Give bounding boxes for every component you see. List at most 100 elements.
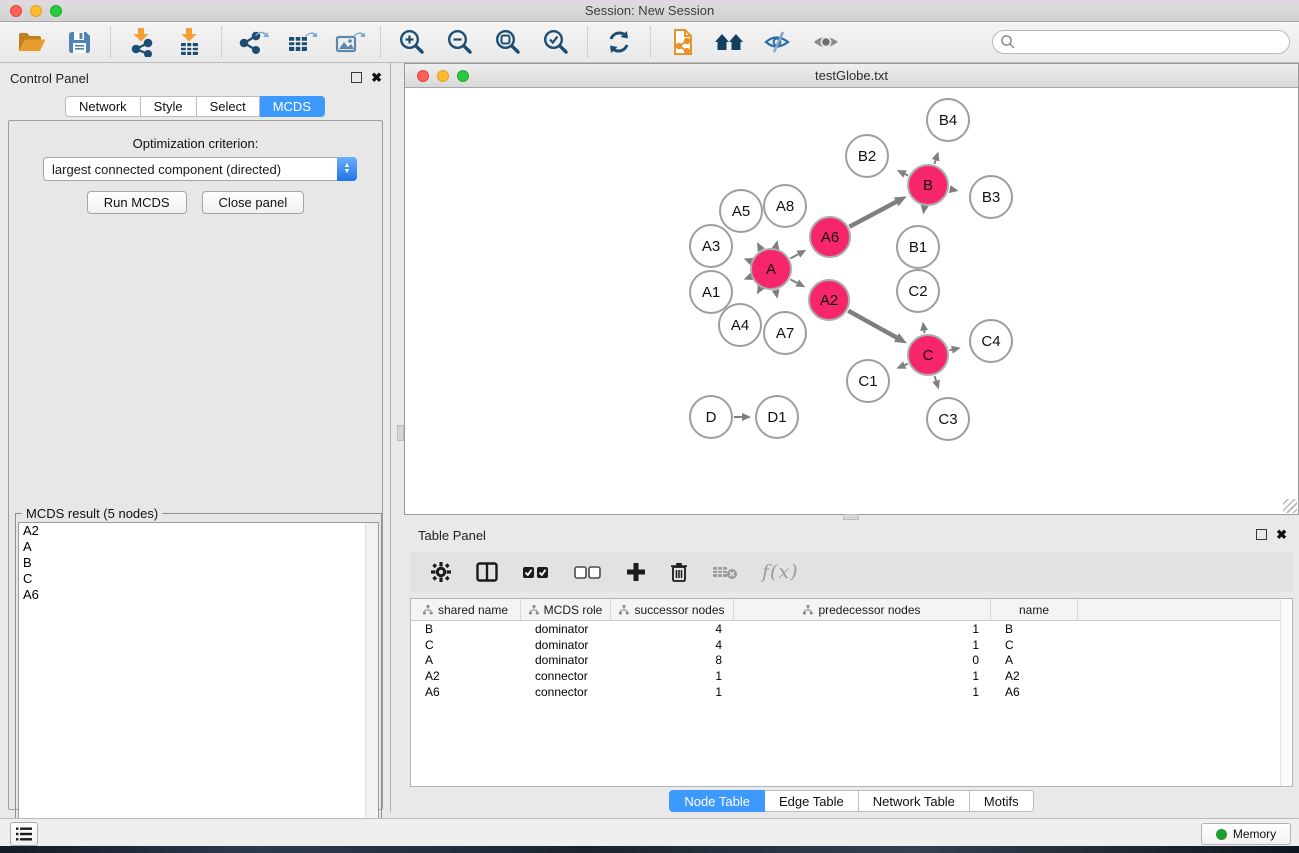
column-header-successor-nodes[interactable]: successor nodes bbox=[611, 599, 734, 620]
cybrowser-icon[interactable] bbox=[713, 26, 747, 58]
tab-motifs[interactable]: Motifs bbox=[970, 790, 1034, 812]
criterion-value: largest connected component (directed) bbox=[44, 162, 337, 177]
table-cell: C bbox=[991, 638, 1078, 652]
zoom-selected-icon[interactable] bbox=[539, 26, 573, 58]
column-type-icon bbox=[423, 605, 433, 615]
delete-icon[interactable] bbox=[670, 562, 688, 583]
zoom-fit-icon[interactable] bbox=[491, 26, 525, 58]
deselect-all-icon[interactable] bbox=[574, 566, 602, 579]
select-stepper-icon: ▲▼ bbox=[337, 157, 357, 181]
float-panel-icon[interactable] bbox=[351, 72, 362, 83]
table-panel-title: Table Panel bbox=[418, 528, 486, 543]
new-network-from-file-icon[interactable] bbox=[665, 26, 699, 58]
run-mcds-button[interactable]: Run MCDS bbox=[87, 191, 187, 214]
search-input[interactable] bbox=[1016, 33, 1289, 51]
list-icon bbox=[15, 826, 33, 842]
table-row[interactable]: Adominator80A bbox=[411, 653, 1292, 669]
split-column-icon[interactable] bbox=[476, 562, 498, 582]
split-divider-handle[interactable] bbox=[397, 425, 404, 441]
tab-network[interactable]: Network bbox=[65, 96, 141, 117]
hide-panel-icon[interactable] bbox=[761, 26, 795, 58]
save-session-icon[interactable] bbox=[62, 26, 96, 58]
result-scrollbar[interactable] bbox=[365, 523, 378, 853]
zoom-out-icon[interactable] bbox=[443, 26, 477, 58]
edge-B-B2[interactable] bbox=[905, 174, 908, 176]
column-header-predecessor-nodes[interactable]: predecessor nodes bbox=[734, 599, 991, 620]
column-header-name[interactable]: name bbox=[991, 599, 1078, 620]
delete-table-icon[interactable] bbox=[712, 564, 738, 580]
table-scrollbar[interactable] bbox=[1280, 599, 1292, 786]
result-item[interactable]: A2 bbox=[19, 523, 378, 539]
column-type-icon bbox=[803, 605, 813, 615]
edge-A-A2[interactable] bbox=[790, 279, 797, 283]
table-cell: 1 bbox=[734, 685, 991, 699]
float-table-panel-icon[interactable] bbox=[1256, 529, 1267, 540]
export-image-icon[interactable] bbox=[332, 26, 366, 58]
column-header-label: shared name bbox=[438, 603, 508, 617]
table-cell: 1 bbox=[734, 622, 991, 636]
result-item[interactable]: C bbox=[19, 571, 378, 587]
open-session-icon[interactable] bbox=[14, 26, 48, 58]
node-table[interactable]: shared name MCDS rolesuccessor nodesprede… bbox=[410, 598, 1293, 787]
edge-A2-C[interactable] bbox=[848, 311, 896, 338]
result-item[interactable]: B bbox=[19, 555, 378, 571]
close-table-panel-icon[interactable]: ✖ bbox=[1276, 529, 1287, 540]
edge-C-C3[interactable] bbox=[935, 376, 937, 381]
table-cell: A2 bbox=[411, 669, 521, 683]
show-panel-icon[interactable] bbox=[809, 26, 843, 58]
memory-status-icon bbox=[1216, 829, 1227, 840]
table-row[interactable]: Bdominator41B bbox=[411, 621, 1292, 637]
task-history-button[interactable] bbox=[10, 822, 38, 846]
column-header-shared-name[interactable]: shared name bbox=[411, 599, 521, 620]
add-icon[interactable] bbox=[626, 562, 646, 582]
edge-A-A6[interactable] bbox=[790, 254, 798, 258]
close-panel-icon[interactable]: ✖ bbox=[371, 72, 382, 83]
select-all-icon[interactable] bbox=[522, 566, 550, 579]
table-row[interactable]: Cdominator41C bbox=[411, 637, 1292, 653]
refresh-layout-icon[interactable] bbox=[602, 26, 636, 58]
memory-button[interactable]: Memory bbox=[1201, 823, 1291, 845]
result-item[interactable]: A bbox=[19, 539, 378, 555]
graph-node-label: C1 bbox=[858, 373, 877, 390]
mcds-result-list[interactable]: A2ABCA6 bbox=[18, 522, 379, 853]
result-item[interactable]: A6 bbox=[19, 587, 378, 603]
tab-edge-table[interactable]: Edge Table bbox=[765, 790, 859, 812]
criterion-select[interactable]: largest connected component (directed) ▲… bbox=[43, 157, 357, 181]
mcds-result-items: A2ABCA6 bbox=[19, 523, 378, 603]
arrowhead-icon bbox=[921, 205, 929, 215]
column-header-label: name bbox=[1019, 603, 1049, 617]
edge-C-C1[interactable] bbox=[905, 364, 908, 365]
table-cell: 8 bbox=[611, 653, 734, 667]
resize-grip-icon[interactable] bbox=[1283, 499, 1297, 513]
import-network-icon[interactable] bbox=[125, 26, 159, 58]
search-box[interactable] bbox=[992, 30, 1290, 54]
edge-A6-B[interactable] bbox=[849, 202, 896, 227]
column-header-MCDS-role[interactable]: MCDS role bbox=[521, 599, 611, 620]
tab-network-table[interactable]: Network Table bbox=[859, 790, 970, 812]
import-table-icon[interactable] bbox=[173, 26, 207, 58]
gear-icon[interactable] bbox=[430, 561, 452, 583]
edge-B-B4[interactable] bbox=[934, 160, 935, 164]
close-panel-button[interactable]: Close panel bbox=[202, 191, 305, 214]
export-network-icon[interactable] bbox=[236, 26, 270, 58]
table-row[interactable]: A6connector11A6 bbox=[411, 684, 1292, 700]
network-canvas[interactable]: AA1A2A3A4A5A6A7A8BB1B2B3B4CC1C2C3C4DD1 bbox=[405, 88, 1298, 514]
node-table-header: shared name MCDS rolesuccessor nodesprede… bbox=[411, 599, 1292, 621]
table-cell: C bbox=[411, 638, 521, 652]
table-tabs: Node TableEdge TableNetwork TableMotifs bbox=[404, 790, 1299, 812]
edge-C-C4[interactable] bbox=[949, 350, 951, 351]
table-row[interactable]: A2connector11A2 bbox=[411, 668, 1292, 684]
export-table-icon[interactable] bbox=[284, 26, 318, 58]
network-window-title: testGlobe.txt bbox=[405, 68, 1298, 83]
function-builder-icon[interactable]: f(x) bbox=[762, 561, 799, 583]
tab-node-table[interactable]: Node Table bbox=[669, 790, 765, 812]
tab-mcds[interactable]: MCDS bbox=[260, 96, 325, 117]
tab-select[interactable]: Select bbox=[197, 96, 260, 117]
memory-label: Memory bbox=[1233, 827, 1276, 841]
tab-style[interactable]: Style bbox=[141, 96, 197, 117]
table-cell: A bbox=[411, 653, 521, 667]
arrowhead-icon bbox=[920, 322, 928, 332]
node-table-body: Bdominator41BCdominator41CAdominator80AA… bbox=[411, 621, 1292, 700]
network-window-titlebar[interactable]: testGlobe.txt bbox=[405, 64, 1298, 88]
zoom-in-icon[interactable] bbox=[395, 26, 429, 58]
